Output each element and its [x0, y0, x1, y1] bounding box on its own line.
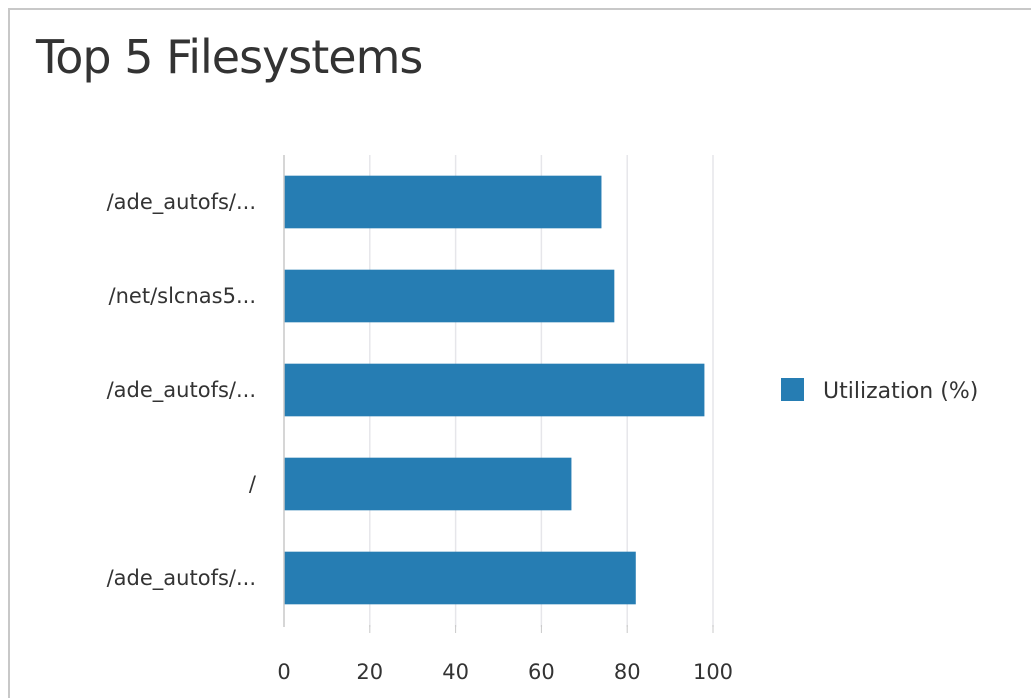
bar — [284, 457, 572, 511]
legend-label: Utilization (%) — [823, 379, 978, 404]
legend: Utilization (%) — [781, 378, 978, 404]
legend-swatch — [781, 378, 804, 401]
y-category-label: /net/slcnas5... — [109, 284, 256, 308]
bar — [284, 363, 705, 417]
bar — [284, 551, 636, 605]
y-category-label: /ade_autofs/... — [107, 566, 256, 591]
bar — [284, 175, 602, 229]
bars — [284, 175, 705, 605]
y-category-label: /ade_autofs/... — [107, 190, 256, 215]
bar-chart: 0 20 40 60 80 100/ade_autofs/... /net/slcnas5.… — [107, 155, 978, 684]
x-tick-label: 60 — [528, 660, 555, 684]
y-category-label: /ade_autofs/... — [107, 378, 256, 403]
x-tick-label: 100 — [693, 660, 733, 684]
x-tick-label: 20 — [356, 660, 383, 684]
bar — [284, 269, 615, 323]
x-tick-label: 40 — [442, 660, 469, 684]
x-tick-label: 0 — [277, 660, 290, 684]
x-tick-label: 80 — [614, 660, 641, 684]
y-category-label: / — [249, 472, 257, 496]
axes: 0 20 40 60 80 100/ade_autofs/... /net/slcnas5.… — [107, 155, 733, 684]
